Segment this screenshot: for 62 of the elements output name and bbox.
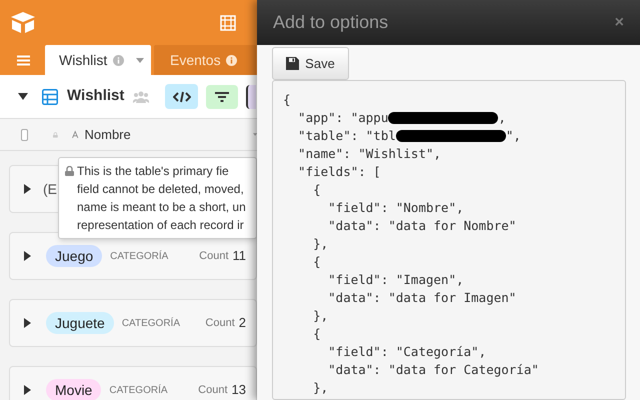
save-button[interactable]: Save [272, 47, 349, 80]
code-text: "name": "Wishlist", [297, 144, 442, 163]
code-text: ", [506, 126, 521, 145]
count-value: 11 [232, 247, 246, 266]
box-logo-icon[interactable] [11, 12, 35, 33]
lock-icon [53, 130, 58, 140]
count-value: 2 [238, 314, 246, 332]
filter-button[interactable] [206, 84, 238, 108]
code-text: { [312, 324, 321, 343]
code-text: "data": "data for Categoría" [327, 360, 539, 379]
code-text: }, [312, 234, 328, 253]
checkbox[interactable] [21, 128, 28, 140]
field-label: CATEGORÍA [110, 249, 168, 264]
field-label: CATEGORÍA [109, 383, 168, 398]
expand-icon[interactable] [24, 318, 31, 328]
code-text: "field": "Imagen", [327, 270, 464, 289]
code-text: { [312, 180, 321, 199]
view-title: Wishlist [67, 86, 124, 106]
code-text: "field": "Categoría", [327, 342, 486, 361]
group-label: (E [43, 180, 57, 199]
code-editor[interactable] [272, 80, 626, 400]
column-header[interactable]: Nombre [84, 124, 131, 144]
code-text: , [498, 108, 506, 127]
count-label: Count [205, 316, 235, 331]
dialog-title: Add to options [273, 11, 388, 34]
group-row[interactable]: Juguete CATEGORÍA Count 2 [9, 299, 257, 347]
code-text: "fields": [ [297, 162, 381, 181]
category-tag: Movie [46, 379, 102, 400]
filter-icon [215, 92, 230, 102]
group-row[interactable]: Movie CATEGORÍA Count 13 [9, 366, 257, 400]
code-text: "table": "tbl [297, 126, 396, 145]
tab[interactable]: Wishlist [45, 45, 151, 75]
code-text: { [283, 90, 291, 109]
code-button[interactable] [165, 84, 198, 109]
expand-icon[interactable] [24, 385, 31, 395]
film-icon[interactable] [220, 14, 236, 30]
toolbar-button[interactable] [246, 84, 256, 108]
count-label: Count [199, 248, 228, 264]
count-value: 13 [232, 381, 246, 400]
code-text: { [312, 252, 321, 271]
info-icon [113, 54, 124, 66]
code-icon [172, 90, 191, 102]
code-text: }, [312, 378, 328, 397]
category-tag: Juguete [46, 312, 114, 334]
text-field-icon [72, 128, 78, 141]
code-text: "data": "data for Nombre" [327, 216, 516, 235]
category-tag: Juego [46, 245, 102, 267]
tooltip-text: This is the table's primary fie field cannot be deleted, moved, name is meant to be a short, un representation of each record ir [77, 163, 246, 234]
expand-icon[interactable] [24, 184, 31, 194]
caret-icon[interactable] [18, 93, 28, 100]
count-label: Count [198, 382, 228, 398]
grid-icon [42, 88, 58, 104]
field-label: CATEGORÍA [122, 316, 180, 330]
code-text: "field": "Nombre", [327, 198, 464, 217]
code-text: "data": "data for Imagen" [327, 288, 516, 307]
code-text: }, [312, 306, 328, 325]
people-icon [133, 90, 150, 102]
lock-icon [65, 166, 74, 176]
expand-icon[interactable] [24, 251, 31, 261]
code-text: "app": "appu [297, 108, 388, 127]
menu-icon[interactable] [17, 55, 30, 66]
info-icon [226, 54, 237, 66]
